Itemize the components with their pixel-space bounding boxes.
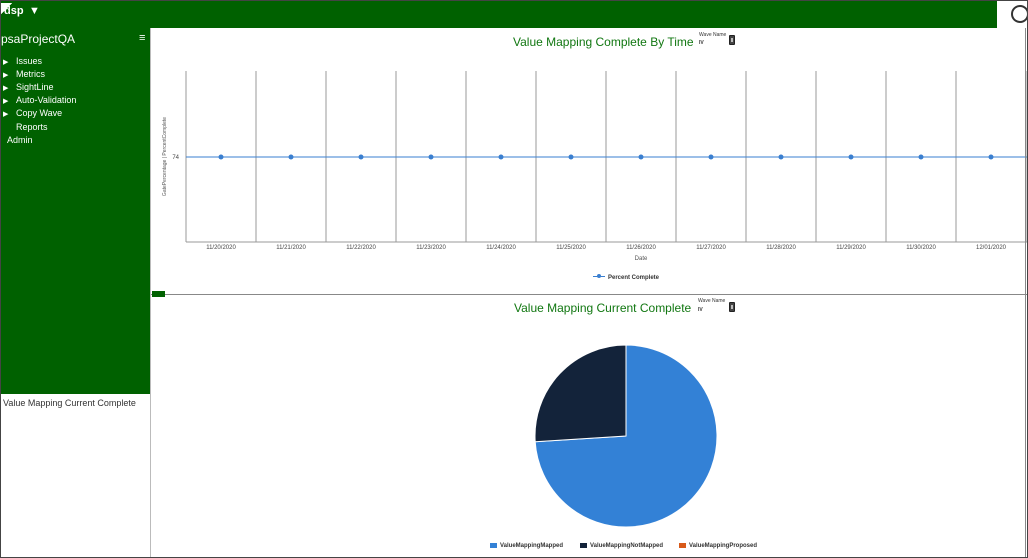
caret-right-icon: ▶ [3,72,9,79]
data-point [918,154,924,160]
sidebar-item-metrics[interactable]: ▶ Metrics [3,69,45,79]
x-tick-label: 11/28/2020 [766,245,796,251]
caret-right-icon: ▶ [3,98,9,105]
x-tick-label: 12/01/2020 [976,245,1007,251]
data-point [988,154,994,160]
report-link-value-mapping[interactable]: Value Mapping Current Complete [3,398,136,408]
app-window: dsp ▼ psaProjectQA ≡ ▶ Issues ▶ Metrics ▶ S… [0,0,1028,558]
data-point [708,154,714,160]
data-point [358,154,364,160]
sidebar-item-label: Auto-Validation [16,95,77,105]
pie-legend-item-mapped[interactable]: ValueMappingMapped [490,543,563,549]
collapse-handle[interactable] [152,291,165,297]
sidebar-item-label: SightLine [16,82,54,92]
data-point [778,154,784,160]
wave-name-value[interactable]: IV [698,307,703,313]
sidebar-item-sightline[interactable]: ▶ SightLine [3,82,54,92]
pie-legend-item-not-mapped[interactable]: ValueMappingNotMapped [580,543,663,549]
sidebar-item-label: Metrics [16,69,45,79]
data-point [568,154,574,160]
sidebar-item-label: Issues [16,56,43,66]
legend-label: ValueMappingMapped [500,543,564,550]
mobile-view-icon[interactable] [729,302,735,312]
sidebar: psaProjectQA ≡ ▶ Issues ▶ Metrics ▶ SightLi… [1,28,151,394]
sidebar-item-label: Reports [16,122,48,132]
legend-swatch [679,543,686,548]
pie-slice-not-mapped [534,344,627,443]
dsp-logo[interactable]: dsp [1,3,24,21]
sidebar-item-reports[interactable]: Reports [3,122,48,132]
line-chart-title: Value Mapping Complete By Time [513,35,694,49]
legend-swatch [580,543,587,548]
line-chart: 74 GatePercentage | PercentComplete 11/20/… [162,71,1027,262]
wave-name-label: Wave Name [698,298,726,304]
top-bar: dsp ▼ [1,1,997,28]
chevron-down-icon[interactable]: ▼ [29,5,40,17]
data-point [288,154,294,160]
project-title: psaProjectQA [1,32,76,46]
caret-right-icon: ▶ [3,85,9,92]
sidebar-item-label: Copy Wave [16,108,63,118]
sidebar-item-auto-validation[interactable]: ▶ Auto-Validation [3,95,76,105]
x-tick-label: 11/29/2020 [836,245,866,251]
user-avatar-icon[interactable] [1011,5,1027,23]
legend-label: ValueMappingNotMapped [590,543,664,550]
data-point [218,154,224,160]
pie-legend-item-proposed[interactable]: ValueMappingProposed [679,543,757,549]
x-tick-label: 11/20/2020 [206,245,236,251]
data-point [638,154,644,160]
x-tick-label: 11/21/2020 [276,245,306,251]
pie-chart [534,344,718,528]
caret-right-icon: ▶ [3,111,9,118]
data-point [848,154,854,160]
logo-text: dsp [4,5,24,17]
data-point [428,154,434,160]
legend-swatch [490,543,497,548]
legend-label: ValueMappingProposed [689,543,758,550]
wave-name-label: Wave Name [699,32,727,38]
x-tick-label: 11/30/2020 [906,245,936,251]
wave-name-value[interactable]: IV [699,40,704,46]
x-tick-label: 11/24/2020 [486,245,516,251]
legend-line-swatch [593,274,605,279]
x-tick-label: 11/23/2020 [416,245,446,251]
mobile-view-icon[interactable] [729,35,735,45]
x-axis-label: Date [635,256,648,262]
data-point [498,154,504,160]
right-edge-border [1025,28,1026,557]
sidebar-item-copy-wave[interactable]: ▶ Copy Wave [3,108,62,118]
panel-divider [151,294,1027,295]
hamburger-menu-icon[interactable]: ≡ [139,32,145,44]
line-chart-legend[interactable]: Percent Complete [593,274,660,281]
y-axis-label: GatePercentage | PercentComplete [162,117,168,196]
x-tick-label: 11/27/2020 [696,245,726,251]
sidebar-item-issues[interactable]: ▶ Issues [3,56,42,66]
sidebar-item-label: Admin [7,135,33,145]
legend-label: Percent Complete [608,275,660,281]
x-tick-label: 11/26/2020 [626,245,656,251]
caret-right-icon: ▶ [3,59,9,66]
y-tick-label: 74 [172,155,179,161]
x-tick-label: 11/22/2020 [346,245,376,251]
x-tick-label: 11/25/2020 [556,245,586,251]
sidebar-item-admin[interactable]: Admin [7,135,33,145]
pie-chart-title: Value Mapping Current Complete [514,301,692,315]
